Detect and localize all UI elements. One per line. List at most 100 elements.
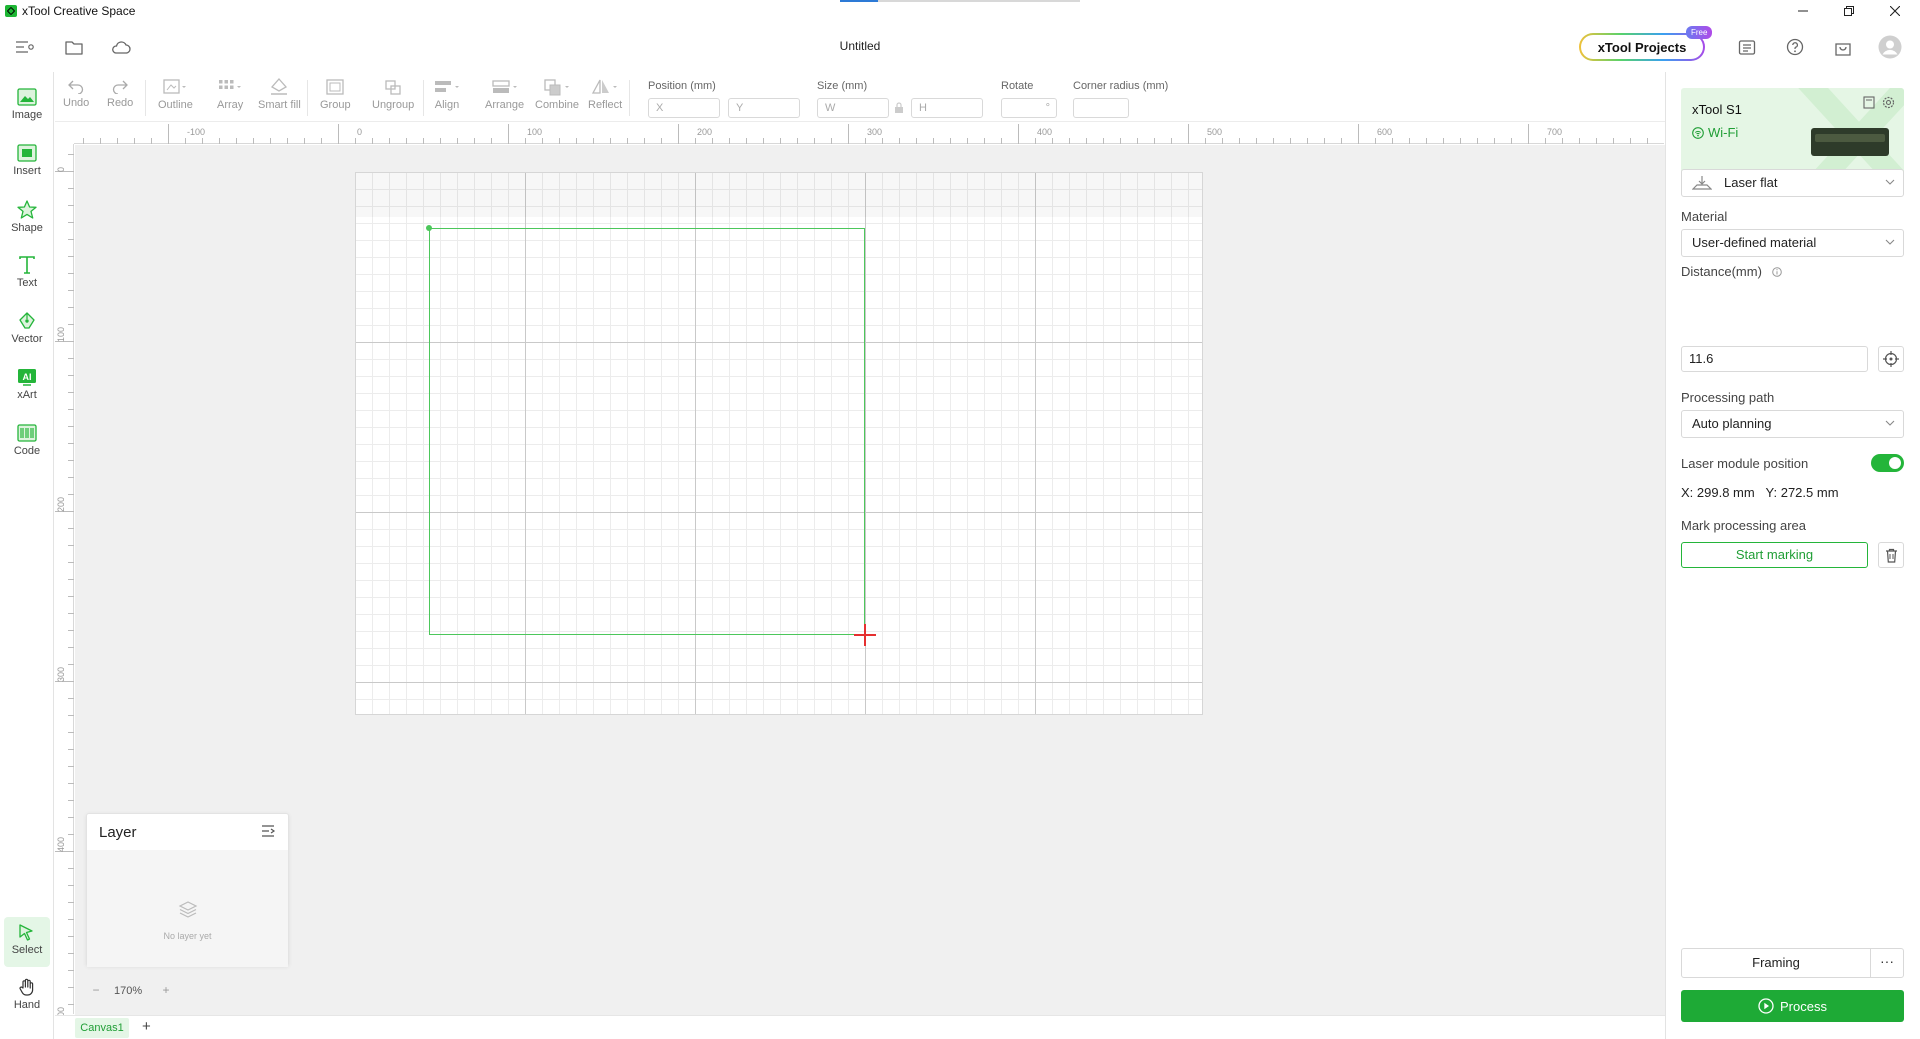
open-folder-button[interactable] bbox=[61, 34, 87, 60]
ruler-tick-label: 400 bbox=[56, 836, 66, 852]
ruler-tick-label: 100 bbox=[527, 127, 543, 137]
zoom-out-button[interactable]: − bbox=[88, 983, 104, 999]
image-icon bbox=[17, 88, 37, 106]
chevron-down-icon bbox=[1885, 179, 1895, 185]
outline-button[interactable]: Outline bbox=[158, 78, 193, 118]
minimize-button[interactable] bbox=[1780, 0, 1826, 22]
lock-ratio-button[interactable] bbox=[894, 101, 904, 119]
zoom-in-button[interactable]: + bbox=[158, 983, 174, 999]
laser-position-readout: X: 299.8 mm Y: 272.5 mm bbox=[1681, 485, 1839, 500]
reflect-icon bbox=[592, 79, 618, 94]
store-button[interactable] bbox=[1830, 34, 1856, 60]
cloud-button[interactable] bbox=[108, 34, 134, 60]
avatar-icon bbox=[1878, 35, 1902, 59]
process-button[interactable]: Process bbox=[1681, 990, 1904, 1022]
rotate-label: Rotate bbox=[1001, 80, 1034, 92]
menu-list-icon bbox=[16, 41, 34, 53]
tool-vector[interactable]: Vector bbox=[4, 306, 50, 356]
toolbar-divider bbox=[145, 80, 146, 116]
laser-x-readout: X: 299.8 mm bbox=[1681, 485, 1755, 500]
group-icon bbox=[326, 79, 344, 95]
combine-icon bbox=[544, 79, 570, 96]
size-h-input[interactable]: H bbox=[911, 98, 983, 118]
laser-position-toggle[interactable] bbox=[1871, 454, 1904, 472]
tool-shape[interactable]: Shape bbox=[4, 194, 50, 244]
mark-area-label: Mark processing area bbox=[1681, 518, 1806, 533]
restore-button[interactable] bbox=[1826, 0, 1872, 22]
free-badge: Free bbox=[1686, 26, 1713, 39]
close-window-button[interactable] bbox=[1872, 0, 1918, 22]
arrange-icon bbox=[491, 80, 517, 93]
group-button[interactable]: Group bbox=[320, 78, 351, 118]
arrange-button[interactable]: Arrange bbox=[485, 78, 524, 118]
device-settings-icon[interactable] bbox=[1882, 96, 1895, 109]
corner-radius-input[interactable] bbox=[1073, 98, 1129, 118]
tool-code[interactable]: Code bbox=[4, 418, 50, 468]
laser-flat-icon bbox=[1692, 176, 1712, 190]
material-select[interactable]: User-defined material bbox=[1681, 229, 1904, 257]
layers-icon bbox=[178, 901, 198, 918]
help-button[interactable] bbox=[1782, 34, 1808, 60]
position-y-input[interactable]: Y bbox=[728, 98, 800, 118]
redo-icon bbox=[113, 80, 129, 94]
combine-label: Combine bbox=[535, 99, 580, 111]
ruler-vertical: 0 100 200 300 400 500 bbox=[55, 144, 74, 1022]
material-label: Material bbox=[1681, 209, 1728, 224]
canvas-tab-bar: Canvas1 + bbox=[55, 1015, 1665, 1039]
processing-path-select[interactable]: Auto planning bbox=[1681, 410, 1904, 438]
ruler-tick-label: 100 bbox=[56, 326, 66, 342]
smart-fill-button[interactable]: Smart fill bbox=[258, 78, 301, 118]
undo-icon bbox=[68, 80, 84, 94]
design-canvas[interactable] bbox=[75, 145, 1665, 1015]
processing-area-handle[interactable] bbox=[426, 225, 432, 231]
processing-mode-value: Laser flat bbox=[1724, 175, 1778, 190]
tool-hand[interactable]: Hand bbox=[4, 972, 50, 1022]
ruler-vertical-ticks bbox=[55, 154, 74, 1005]
tool-text[interactable]: Text bbox=[4, 250, 50, 300]
processing-path-value: Auto planning bbox=[1692, 416, 1772, 431]
redo-button[interactable]: Redo bbox=[107, 78, 133, 118]
smart-fill-icon bbox=[271, 78, 288, 95]
combine-button[interactable]: Combine bbox=[535, 78, 579, 118]
menu-button[interactable] bbox=[12, 34, 38, 60]
reflect-button[interactable]: Reflect bbox=[588, 78, 622, 118]
left-toolbar: Image Insert Shape Text Vector AI xArt C… bbox=[0, 72, 54, 1039]
laser-position-crosshair bbox=[854, 624, 876, 646]
position-x-input[interactable]: X bbox=[648, 98, 720, 118]
size-w-input[interactable]: W bbox=[817, 98, 889, 118]
ruler-tick-label: 500 bbox=[1207, 127, 1223, 137]
work-area[interactable] bbox=[355, 172, 1203, 715]
align-button[interactable]: Align bbox=[433, 78, 461, 118]
delete-marking-button[interactable] bbox=[1878, 542, 1904, 568]
measure-distance-button[interactable] bbox=[1878, 346, 1904, 372]
layer-panel-title: Layer bbox=[99, 824, 137, 841]
ungroup-button[interactable]: Ungroup bbox=[372, 78, 414, 118]
add-canvas-button[interactable]: + bbox=[142, 1018, 151, 1035]
tool-select[interactable]: Select bbox=[4, 917, 50, 967]
processing-mode-select[interactable]: Laser flat bbox=[1681, 169, 1904, 197]
tasks-button[interactable] bbox=[1734, 34, 1760, 60]
xtool-projects-button[interactable]: xTool Projects bbox=[1579, 33, 1705, 61]
tab-canvas1[interactable]: Canvas1 bbox=[75, 1018, 129, 1038]
zoom-level[interactable]: 170% bbox=[114, 985, 142, 997]
more-options-button[interactable]: ··· bbox=[1870, 948, 1904, 978]
undo-button[interactable]: Undo bbox=[63, 78, 89, 118]
rotate-input[interactable]: ° bbox=[1001, 98, 1057, 118]
tool-xart[interactable]: AI xArt bbox=[4, 362, 50, 412]
info-icon[interactable] bbox=[1771, 267, 1782, 277]
array-button[interactable]: Array bbox=[217, 78, 243, 118]
layer-settings-button[interactable] bbox=[260, 824, 276, 843]
start-marking-button[interactable]: Start marking bbox=[1681, 542, 1868, 568]
tool-image[interactable]: Image bbox=[4, 82, 50, 132]
device-info-icon[interactable] bbox=[1863, 96, 1875, 109]
distance-input[interactable]: 11.6 bbox=[1681, 346, 1868, 372]
device-connection-label: Wi-Fi bbox=[1708, 125, 1739, 140]
account-button[interactable] bbox=[1877, 34, 1903, 60]
ungroup-label: Ungroup bbox=[372, 99, 415, 111]
ruler-tick-label: 0 bbox=[357, 127, 363, 137]
device-panel: xTool S1 Wi-Fi Laser flat Material User-… bbox=[1665, 72, 1920, 1039]
tool-insert-label: Insert bbox=[13, 165, 41, 177]
tool-insert[interactable]: Insert bbox=[4, 138, 50, 188]
framing-button[interactable]: Framing bbox=[1681, 948, 1871, 978]
processing-area-rect[interactable] bbox=[429, 228, 865, 635]
